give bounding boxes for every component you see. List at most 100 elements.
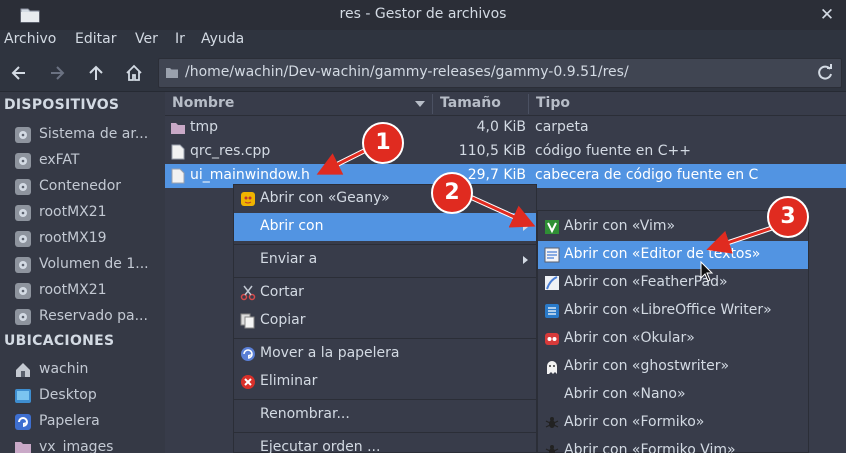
writer-icon — [545, 304, 559, 318]
vim-icon — [545, 220, 559, 234]
menu-item-label: Abrir con «Okular» — [564, 330, 695, 346]
submenu-arrow-icon — [523, 256, 528, 264]
menu-ayuda[interactable]: Ayuda — [201, 31, 244, 47]
sidebar-item-device[interactable]: Volumen de 1... — [0, 252, 165, 278]
sidebar-item-device[interactable]: rootMX19 — [0, 226, 165, 252]
menu-item-copy[interactable]: Copiar — [234, 307, 536, 335]
menu-item-label: Abrir con «ghostwriter» — [564, 358, 730, 374]
submenu-item-text-editor[interactable]: Abrir con «Editor de textos» — [538, 241, 808, 269]
drive-icon — [15, 283, 31, 299]
sidebar-item-desktop[interactable]: Desktop — [0, 383, 165, 409]
sidebar-item-device[interactable]: Sistema de ar... — [0, 122, 165, 148]
menu-editar[interactable]: Editar — [75, 31, 116, 47]
submenu-item-okular[interactable]: Abrir con «Okular» — [538, 325, 808, 353]
menu-item-run-command[interactable]: Ejecutar orden ... — [234, 434, 536, 453]
devices-header: DISPOSITIVOS — [4, 97, 120, 113]
menu-item-label: Enviar a — [260, 251, 318, 267]
home-button[interactable] — [121, 60, 147, 86]
drive-icon — [15, 127, 31, 143]
sidebar-item-device[interactable]: rootMX21 — [0, 200, 165, 226]
submenu-item-ghostwriter[interactable]: Abrir con «ghostwriter» — [538, 353, 808, 381]
ghostwriter-icon — [547, 361, 557, 374]
menu-item-send-to[interactable]: Enviar a — [234, 246, 536, 274]
up-button[interactable] — [83, 60, 109, 86]
menu-item-label: Abrir con «LibreOffice Writer» — [564, 302, 772, 318]
desktop-icon — [15, 389, 31, 403]
menu-item-label: Mover a la papelera — [260, 345, 400, 361]
sort-down-icon[interactable] — [415, 101, 425, 108]
column-name[interactable]: Nombre — [172, 95, 234, 111]
menu-item-label: Copiar — [260, 312, 306, 328]
menu-item-label: Eliminar — [260, 373, 318, 389]
menu-item-label: Abrir con «Nano» — [564, 386, 686, 402]
file-name: tmp — [190, 119, 219, 135]
text-editor-icon — [544, 247, 560, 263]
sidebar-item-label: exFAT — [39, 152, 80, 168]
submenu-item-featherpad[interactable]: Abrir con «FeatherPad» — [538, 269, 808, 297]
file-row[interactable]: qrc_res.cpp 110,5 KiB código fuente en C… — [165, 140, 846, 164]
submenu-item-nano[interactable]: Abrir con «Nano» — [538, 381, 808, 409]
menu-ir[interactable]: Ir — [175, 31, 185, 47]
folder-icon — [171, 123, 185, 134]
sidebar-item-label: rootMX19 — [39, 230, 107, 246]
forward-button[interactable] — [44, 60, 70, 86]
places-header: UBICACIONES — [4, 333, 115, 349]
file-size: 110,5 KiB — [458, 143, 526, 159]
submenu-item-formiko-vim[interactable]: Abrir con «Formiko Vim» — [538, 437, 808, 453]
drive-icon — [15, 205, 31, 221]
menu-item-label: Abrir con «Formiko» — [564, 414, 705, 430]
file-row[interactable]: tmp 4,0 KiB carpeta — [165, 116, 846, 140]
menu-item-label: Abrir con «Formiko Vim» — [564, 442, 736, 453]
sidebar-item-device[interactable]: Contenedor — [0, 174, 165, 200]
submenu-arrow-icon — [523, 223, 528, 231]
location-bar[interactable]: /home/wachin/Dev-wachin/gammy-releases/g… — [158, 58, 842, 88]
file-type: código fuente en C++ — [535, 143, 691, 159]
delete-icon — [241, 375, 255, 389]
menu-item-label: Abrir con «Editor de textos» — [564, 246, 761, 262]
folder-icon — [15, 442, 31, 453]
okular-icon — [545, 333, 559, 345]
drive-icon — [15, 153, 31, 169]
column-size[interactable]: Tamaño — [440, 95, 501, 111]
home-icon — [126, 64, 142, 81]
menu-item-label: Ejecutar orden ... — [260, 439, 381, 453]
sidebar-item-device[interactable]: Reservado pa... — [0, 304, 165, 330]
menu-item-label: Cortar — [260, 284, 304, 300]
submenu-item-writer[interactable]: Abrir con «LibreOffice Writer» — [538, 297, 808, 325]
file-name: qrc_res.cpp — [190, 143, 271, 159]
back-button[interactable] — [6, 60, 32, 86]
menu-ver[interactable]: Ver — [135, 31, 158, 47]
file-icon — [171, 144, 185, 160]
file-type: cabecera de código fuente en C — [535, 167, 759, 183]
scissors-icon — [240, 285, 256, 301]
sidebar-item-folder[interactable]: vx_images — [0, 435, 165, 453]
sidebar-item-home[interactable]: wachin — [0, 357, 165, 383]
sidebar: DISPOSITIVOS Sistema de ar... exFAT Cont… — [0, 92, 165, 453]
menu-item-delete[interactable]: Eliminar — [234, 368, 536, 396]
arrow-left-icon — [11, 66, 25, 80]
menu-item-move-trash[interactable]: Mover a la papelera — [234, 340, 536, 368]
column-type[interactable]: Tipo — [536, 95, 570, 111]
sidebar-item-label: rootMX21 — [39, 282, 107, 298]
menu-item-rename[interactable]: Renombrar... — [234, 401, 536, 429]
folder-icon — [166, 68, 178, 78]
menu-item-open-with[interactable]: Abrir con — [234, 213, 536, 241]
close-icon[interactable]: ✕ — [818, 6, 836, 24]
recycle-icon — [241, 347, 255, 361]
annotation-badge: 3 — [767, 196, 809, 238]
menu-archivo[interactable]: Archivo — [4, 31, 56, 47]
sidebar-item-device[interactable]: exFAT — [0, 148, 165, 174]
formiko-icon — [545, 445, 559, 453]
sidebar-item-label: wachin — [39, 361, 89, 377]
geany-icon — [241, 192, 255, 206]
sidebar-item-label: Desktop — [39, 387, 97, 403]
sidebar-item-device[interactable]: rootMX21 — [0, 278, 165, 304]
menu-item-open-geany[interactable]: Abrir con «Geany» — [234, 185, 536, 213]
menu-item-cut[interactable]: Cortar — [234, 279, 536, 307]
submenu-item-formiko[interactable]: Abrir con «Formiko» — [538, 409, 808, 437]
refresh-icon[interactable] — [815, 63, 835, 83]
sidebar-item-label: Reservado pa... — [39, 308, 148, 324]
sidebar-item-trash[interactable]: Papelera — [0, 409, 165, 435]
sidebar-item-label: Contenedor — [39, 178, 122, 194]
drive-icon — [15, 231, 31, 247]
